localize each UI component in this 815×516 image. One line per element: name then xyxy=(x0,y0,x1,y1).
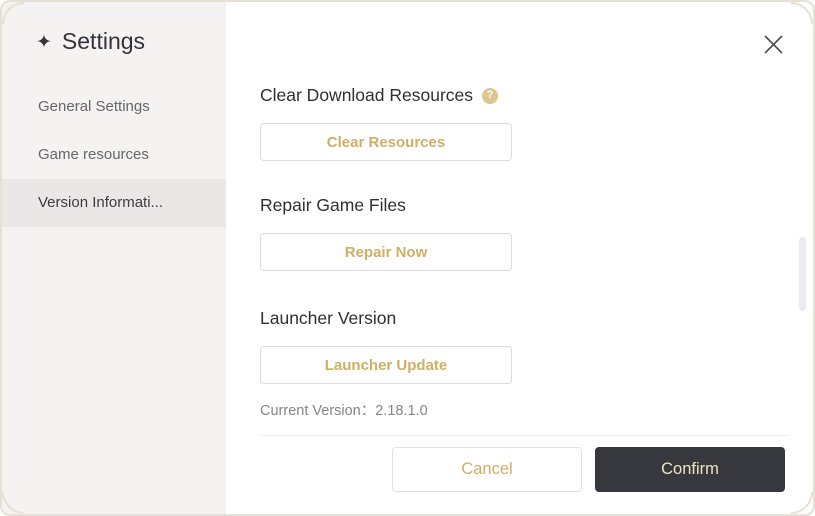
section-heading-label: Launcher Version xyxy=(260,308,397,328)
current-version-text: Current Version：2.18.1.0 xyxy=(260,403,428,419)
section-heading-launcher-version: Launcher Version xyxy=(260,307,813,330)
page-title: ✦ Settings xyxy=(2,2,226,55)
screenshot-stage: ✦ Settings General Settings Game resourc… xyxy=(0,0,815,516)
sidebar-item-game-resources[interactable]: Game resources xyxy=(2,131,226,179)
section-heading-repair-game-files: Repair Game Files xyxy=(260,194,813,217)
section-heading-clear-download-resources: Clear Download Resources ? xyxy=(260,84,813,107)
cancel-button[interactable]: Cancel xyxy=(392,447,582,492)
launcher-update-button[interactable]: Launcher Update xyxy=(260,346,512,384)
main-content: Clear Download Resources ? Clear Resourc… xyxy=(226,2,813,514)
footer-actions: Cancel Confirm xyxy=(392,447,785,492)
divider xyxy=(260,435,790,436)
sidebar-nav: General Settings Game resources Version … xyxy=(2,83,226,227)
page-title-label: Settings xyxy=(61,28,146,54)
repair-now-button[interactable]: Repair Now xyxy=(260,233,512,271)
section-heading-label: Clear Download Resources xyxy=(260,85,474,105)
clear-resources-button[interactable]: Clear Resources xyxy=(260,123,512,161)
help-icon[interactable]: ? xyxy=(482,87,499,104)
sidebar: ✦ Settings General Settings Game resourc… xyxy=(2,2,226,514)
sidebar-item-version-information[interactable]: Version Informati... xyxy=(2,179,226,227)
confirm-button[interactable]: Confirm xyxy=(595,447,785,492)
settings-dialog: ✦ Settings General Settings Game resourc… xyxy=(0,0,815,516)
sidebar-item-general-settings[interactable]: General Settings xyxy=(2,83,226,131)
four-pointed-star-icon: ✦ xyxy=(36,32,52,53)
section-heading-label: Repair Game Files xyxy=(260,195,406,215)
scrollbar-thumb[interactable] xyxy=(799,237,806,311)
